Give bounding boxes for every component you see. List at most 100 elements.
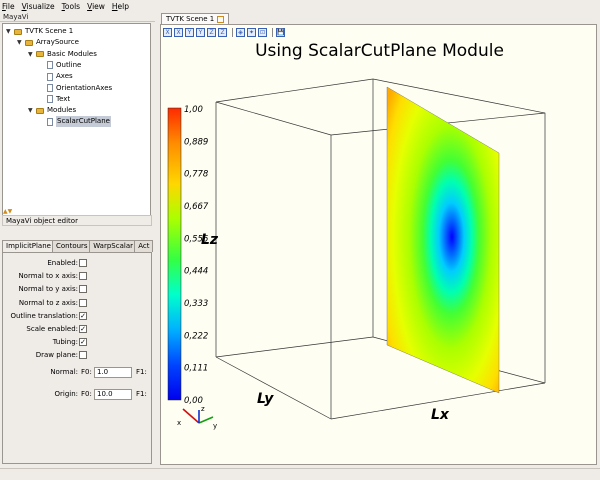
menu-visualize[interactable]: Visualize [22,2,55,11]
orientation-x-axis [182,408,200,424]
folder-icon [36,51,44,58]
orientation-axes: x y z [177,405,217,430]
tab-actor[interactable]: Act [134,240,153,252]
menu-file[interactable]: File [2,2,15,11]
tree-item-scalarcutplane[interactable]: ScalarCutPlane [39,116,111,128]
document-icon [47,61,53,70]
folder-icon [36,107,44,114]
checkbox-row: Normal to z axis: [3,297,151,309]
orientation-y-axis [198,416,214,424]
tree-item-tvtk-scene-1[interactable]: ▼ TVTK Scene 1 [6,26,73,37]
tree-item-axes[interactable]: Axes [39,71,73,82]
checkbox-enabled[interactable] [79,259,87,267]
checkbox-draw-plane[interactable] [79,351,87,360]
origin-f0-input[interactable]: 10.0 [94,389,132,400]
tab-warp-scalar[interactable]: WarpScalar [89,240,136,252]
checkbox-label: Enabled: [47,259,78,267]
editor-tabs: ImplicitPlane Contours WarpScalar Act [2,240,153,252]
colorbar-tick-label: 0,778 [184,170,209,180]
orientation-z-label: z [201,405,205,413]
expand-arrow-icon[interactable]: ▼ [6,26,14,37]
checkbox-row: Scale enabled: ✓ [3,323,151,335]
tab-implicit-plane[interactable]: ImplicitPlane [2,240,53,252]
normal-row: Normal: F0: 1.0 F1: [3,366,151,378]
colorbar-tick-label: 0,111 [184,364,208,374]
colorbar-tick-label: 0,333 [184,299,208,309]
tree-item-label: OrientationAxes [56,83,113,92]
close-icon[interactable] [217,15,225,23]
menu-bar: File Visualize Tools View Help [0,0,600,12]
pipeline-tree[interactable]: ▼ TVTK Scene 1 ▼ ArraySource ▼ Basic Modules O… [2,23,151,217]
checkbox-row: Normal to x axis: [3,270,151,282]
origin-label: Origin: [54,390,78,398]
scalar-cut-plane [386,86,500,394]
status-bar [0,468,600,480]
checkbox-normal-to-z-axis[interactable] [79,298,87,307]
colorbar [167,107,182,401]
document-icon [47,72,53,81]
tree-item-label: Outline [56,60,82,69]
render-window[interactable]: X X Y Y Z Z ◈ ✦ ⊡ 💾 Using ScalarCutPlane Module [160,24,597,465]
origin-f0-label: F0: [81,390,92,398]
tab-contours[interactable]: Contours [51,240,91,252]
axis-label-z: Lz [201,232,219,248]
normal-f0-label: F0: [81,368,92,376]
checkbox-normal-to-x-axis[interactable] [79,272,87,281]
implicit-plane-panel: Normal: F0: 1.0 F1: Origin: F0: 10.0 F1:… [2,252,152,464]
tree-item-label: Modules [47,106,77,115]
checkbox-label: Normal to y axis: [18,285,78,294]
checkbox-label: Outline translation: [10,311,78,320]
tree-item-label: Basic Modules [47,49,97,58]
pipeline-dock-title: MayaVi [0,12,155,22]
document-icon [47,117,53,126]
scene-tab-bar: TVTK Scene 1 [158,12,600,24]
checkbox-label: Tubing: [52,338,78,347]
axis-label-y: Ly [257,391,274,407]
tree-item-arraysource[interactable]: ▼ ArraySource [17,37,79,48]
tree-item-modules[interactable]: ▼ Modules [28,105,76,116]
colorbar-tick-label: 1,00 [184,105,203,115]
checkbox-row: Normal to y axis: [3,283,151,295]
orientation-y-label: y [213,422,217,430]
tab-tvtk-scene-1[interactable]: TVTK Scene 1 [161,13,230,24]
checkbox-label: Normal to z axis: [18,298,78,307]
tree-item-outline[interactable]: Outline [39,60,81,71]
checkbox-outline-translation[interactable]: ✓ [79,311,87,320]
checkbox-label: Normal to x axis: [18,272,78,281]
tree-item-text[interactable]: Text [39,94,70,105]
orientation-x-label: x [177,419,181,427]
tree-item-label: ScalarCutPlane [56,116,111,128]
checkbox-row: Outline translation: ✓ [3,310,151,322]
colorbar-tick-label: 0,889 [184,137,208,147]
folder-icon [25,39,33,46]
tree-item-label: TVTK Scene 1 [25,27,74,35]
normal-f0-input[interactable]: 1.0 [94,367,132,378]
normal-f1-label: F1: [136,368,147,376]
checkbox-row: Enabled: [3,257,151,269]
normal-label: Normal: [50,368,78,376]
menu-view[interactable]: View [87,2,105,11]
menu-help[interactable]: Help [112,2,129,11]
axis-label-x: Lx [431,407,450,423]
scene-canvas: 1,000,8890,7780,6670,5560,4440,3330,2220… [167,78,546,430]
document-icon [47,84,53,92]
expand-arrow-icon[interactable]: ▼ [17,37,25,48]
checkbox-row: Tubing: ✓ [3,336,151,348]
checkbox-row: Draw plane: [3,349,151,361]
colorbar-tick-label: 0,444 [184,267,208,277]
menu-tools[interactable]: Tools [62,2,80,11]
colorbar-tick-label: 0,667 [184,202,209,212]
checkbox-tubing[interactable]: ✓ [79,338,87,347]
document-icon [47,95,53,104]
scene-tab-label: TVTK Scene 1 [166,15,215,23]
expand-arrow-icon[interactable]: ▼ [28,105,36,116]
tree-item-label: Axes [56,72,73,81]
colorbar-tick-label: 0,222 [184,331,208,341]
checkbox-label: Draw plane: [35,351,78,360]
checkbox-scale-enabled[interactable]: ✓ [79,325,87,333]
checkbox-normal-to-y-axis[interactable] [79,285,87,294]
expand-arrow-icon[interactable]: ▼ [28,49,36,60]
tree-item-label: Text [56,94,71,103]
tree-item-basic-modules[interactable]: ▼ Basic Modules [28,49,97,60]
tree-item-orientationaxes[interactable]: OrientationAxes [39,83,112,94]
